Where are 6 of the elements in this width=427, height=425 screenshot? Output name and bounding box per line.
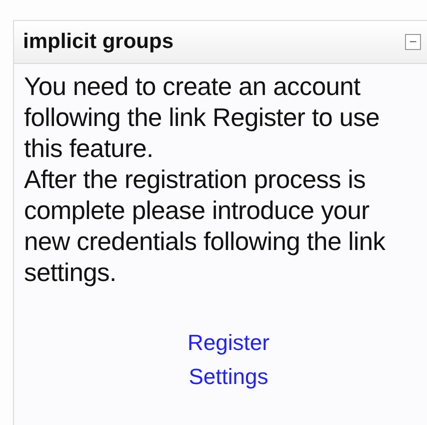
message-text: You need to create an account following the link Register to use this feature. <box>24 72 380 165</box>
message-text: After the registration process is complete please introduce your new credentials following the link settings. <box>24 165 386 289</box>
collapse-button[interactable]: − <box>405 34 421 50</box>
block-link[interactable]: Register <box>188 326 270 360</box>
block-link[interactable]: Settings <box>188 360 268 394</box>
block-title: implicit groups <box>23 30 174 54</box>
